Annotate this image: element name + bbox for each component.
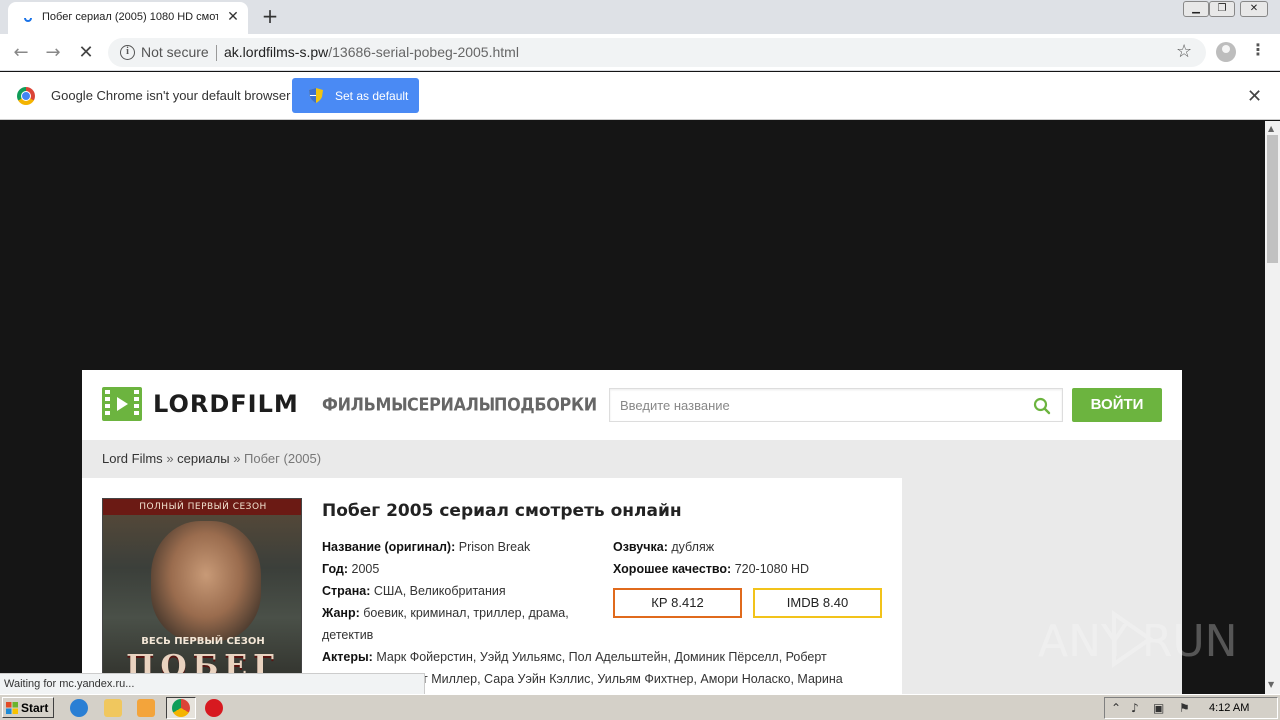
restore-icon[interactable]: ❐ (1209, 1, 1235, 17)
movie-poster[interactable]: ПОЛНЫЙ ПЕРВЫЙ СЕЗОН ВЕСЬ ПЕРВЫЙ СЕЗОН ПО… (102, 498, 302, 698)
page-scrollbar[interactable]: ▲ ▼ (1265, 121, 1280, 694)
default-browser-infobar: Google Chrome isn't your default browser… (0, 72, 1280, 120)
explorer-folder-icon[interactable] (104, 699, 122, 717)
status-bubble: Waiting for mc.yandex.ru... (0, 673, 425, 694)
forward-icon[interactable]: → (41, 41, 65, 65)
scroll-thumb[interactable] (1267, 135, 1278, 263)
movie-content: ПОЛНЫЙ ПЕРВЫЙ СЕЗОН ВЕСЬ ПЕРВЫЙ СЕЗОН ПО… (82, 478, 902, 700)
address-bar[interactable]: i Not secure ak.lordfilms-s.pw/13686-ser… (108, 38, 1206, 67)
infobar-close-icon[interactable]: ✕ (1247, 86, 1262, 107)
info-voice: Озвучка: дубляж (613, 540, 715, 554)
taskbar-clock[interactable]: 4:12 AM (1209, 702, 1249, 714)
browser-toolbar: ← → ✕ i Not secure ak.lordfilms-s.pw/136… (0, 34, 1280, 71)
breadcrumb-current: Побег (2005) (244, 451, 322, 466)
tray-expand-icon[interactable]: ⌃ (1111, 701, 1121, 715)
breadcrumb: Lord Films » сериалы » Побег (2005) (82, 440, 1182, 478)
browser-tab[interactable]: Побег сериал (2005) 1080 HD смотр ✕ (8, 2, 248, 34)
uac-shield-icon (309, 88, 323, 103)
not-secure-label[interactable]: Not secure (141, 44, 209, 60)
search-input[interactable]: Введите название (609, 388, 1063, 422)
bookmark-star-icon[interactable]: ☆ (1176, 41, 1192, 62)
info-actors: Актеры: Марк Фойерстин, Уэйд Уильямс, По… (322, 650, 827, 664)
info-genre: Жанр: боевик, криминал, триллер, драма, (322, 606, 569, 620)
tab-title: Побег сериал (2005) 1080 HD смотр (42, 11, 218, 23)
scroll-up-icon[interactable]: ▲ (1268, 124, 1274, 133)
watermark-text: ANY RUN (1038, 616, 1238, 667)
ie-icon[interactable] (70, 699, 88, 717)
url-separator (216, 45, 217, 61)
chrome-taskbar-icon[interactable] (172, 699, 190, 717)
info-original: Название (оригинал): Prison Break (322, 540, 531, 554)
site-logo-text[interactable]: LORDFILM (153, 390, 299, 418)
volume-icon[interactable]: ♪ (1131, 701, 1139, 715)
loading-spinner-icon (24, 17, 32, 22)
breadcrumb-home[interactable]: Lord Films (102, 451, 163, 466)
search-icon[interactable] (1033, 397, 1051, 415)
start-button[interactable]: Start (2, 697, 54, 718)
anyrun-watermark: ANY RUN (1038, 610, 1238, 668)
tab-close-icon[interactable]: ✕ (225, 9, 241, 25)
stop-loading-icon[interactable]: ✕ (74, 41, 98, 65)
breadcrumb-series[interactable]: сериалы (177, 451, 229, 466)
start-label: Start (21, 701, 49, 715)
windows-taskbar: Start ⌃ ♪ ▣ ⚑ 4:12 AM (0, 694, 1280, 720)
action-center-flag-icon[interactable]: ⚑ (1179, 701, 1190, 715)
film-logo-icon[interactable] (102, 387, 142, 421)
nav-collections[interactable]: ПОДБОРКИ (494, 394, 597, 415)
browser-titlebar: Побег сериал (2005) 1080 HD смотр ✕ + ▁ … (0, 0, 1280, 34)
network-icon[interactable]: ▣ (1153, 701, 1164, 715)
chrome-logo-icon (17, 87, 35, 105)
info-icon[interactable]: i (120, 45, 135, 60)
set-as-default-button[interactable]: Set as default (292, 78, 419, 113)
opera-icon[interactable] (205, 699, 223, 717)
login-button[interactable]: ВОЙТИ (1072, 388, 1162, 422)
window-close-icon[interactable]: ✕ (1240, 1, 1268, 17)
new-tab-icon[interactable]: + (259, 5, 281, 27)
nav-series[interactable]: СЕРИАЛЫ (407, 394, 495, 415)
back-icon[interactable]: ← (9, 41, 33, 65)
poster-top-text: ПОЛНЫЙ ПЕРВЫЙ СЕЗОН (103, 499, 301, 515)
rating-kp-badge: КР 8.412 (613, 588, 742, 618)
info-year: Год: 2005 (322, 562, 380, 576)
info-quality: Хорошее качество: 720-1080 HD (613, 562, 810, 576)
info-country: Страна: США, Великобритания (322, 584, 506, 598)
info-genre-cont: детектив (322, 628, 374, 642)
site-container: LORDFILM ФИЛЬМЫ СЕРИАЛЫ ПОДБОРКИ Введите… (82, 370, 1182, 700)
windows-flag-icon (6, 702, 18, 714)
page-title: Побег 2005 сериал смотреть онлайн (322, 501, 682, 521)
profile-avatar-icon[interactable] (1216, 42, 1236, 62)
media-player-icon[interactable] (137, 699, 155, 717)
url-text[interactable]: ak.lordfilms-s.pw/13686-serial-pobeg-200… (224, 44, 519, 60)
set-as-default-label: Set as default (335, 89, 409, 103)
chrome-menu-icon[interactable]: ⋮ (1250, 40, 1266, 59)
breadcrumb-separator: » (166, 451, 174, 466)
minimize-icon[interactable]: ▁ (1183, 1, 1209, 17)
poster-sub-text: ВЕСЬ ПЕРВЫЙ СЕЗОН (141, 636, 265, 647)
infobar-message: Google Chrome isn't your default browser (51, 88, 291, 103)
system-tray: ⌃ ♪ ▣ ⚑ 4:12 AM (1104, 697, 1278, 719)
search-placeholder: Введите название (620, 398, 730, 413)
rating-imdb-badge: IMDB 8.40 (753, 588, 882, 618)
info-actors-cont: т Миллер, Сара Уэйн Кэллис, Уильям Фихтн… (422, 672, 843, 686)
nav-films[interactable]: ФИЛЬМЫ (322, 394, 408, 415)
site-header: LORDFILM ФИЛЬМЫ СЕРИАЛЫ ПОДБОРКИ Введите… (82, 370, 1182, 440)
poster-face (151, 521, 261, 641)
scroll-down-icon[interactable]: ▼ (1268, 680, 1274, 689)
breadcrumb-separator: » (233, 451, 241, 466)
